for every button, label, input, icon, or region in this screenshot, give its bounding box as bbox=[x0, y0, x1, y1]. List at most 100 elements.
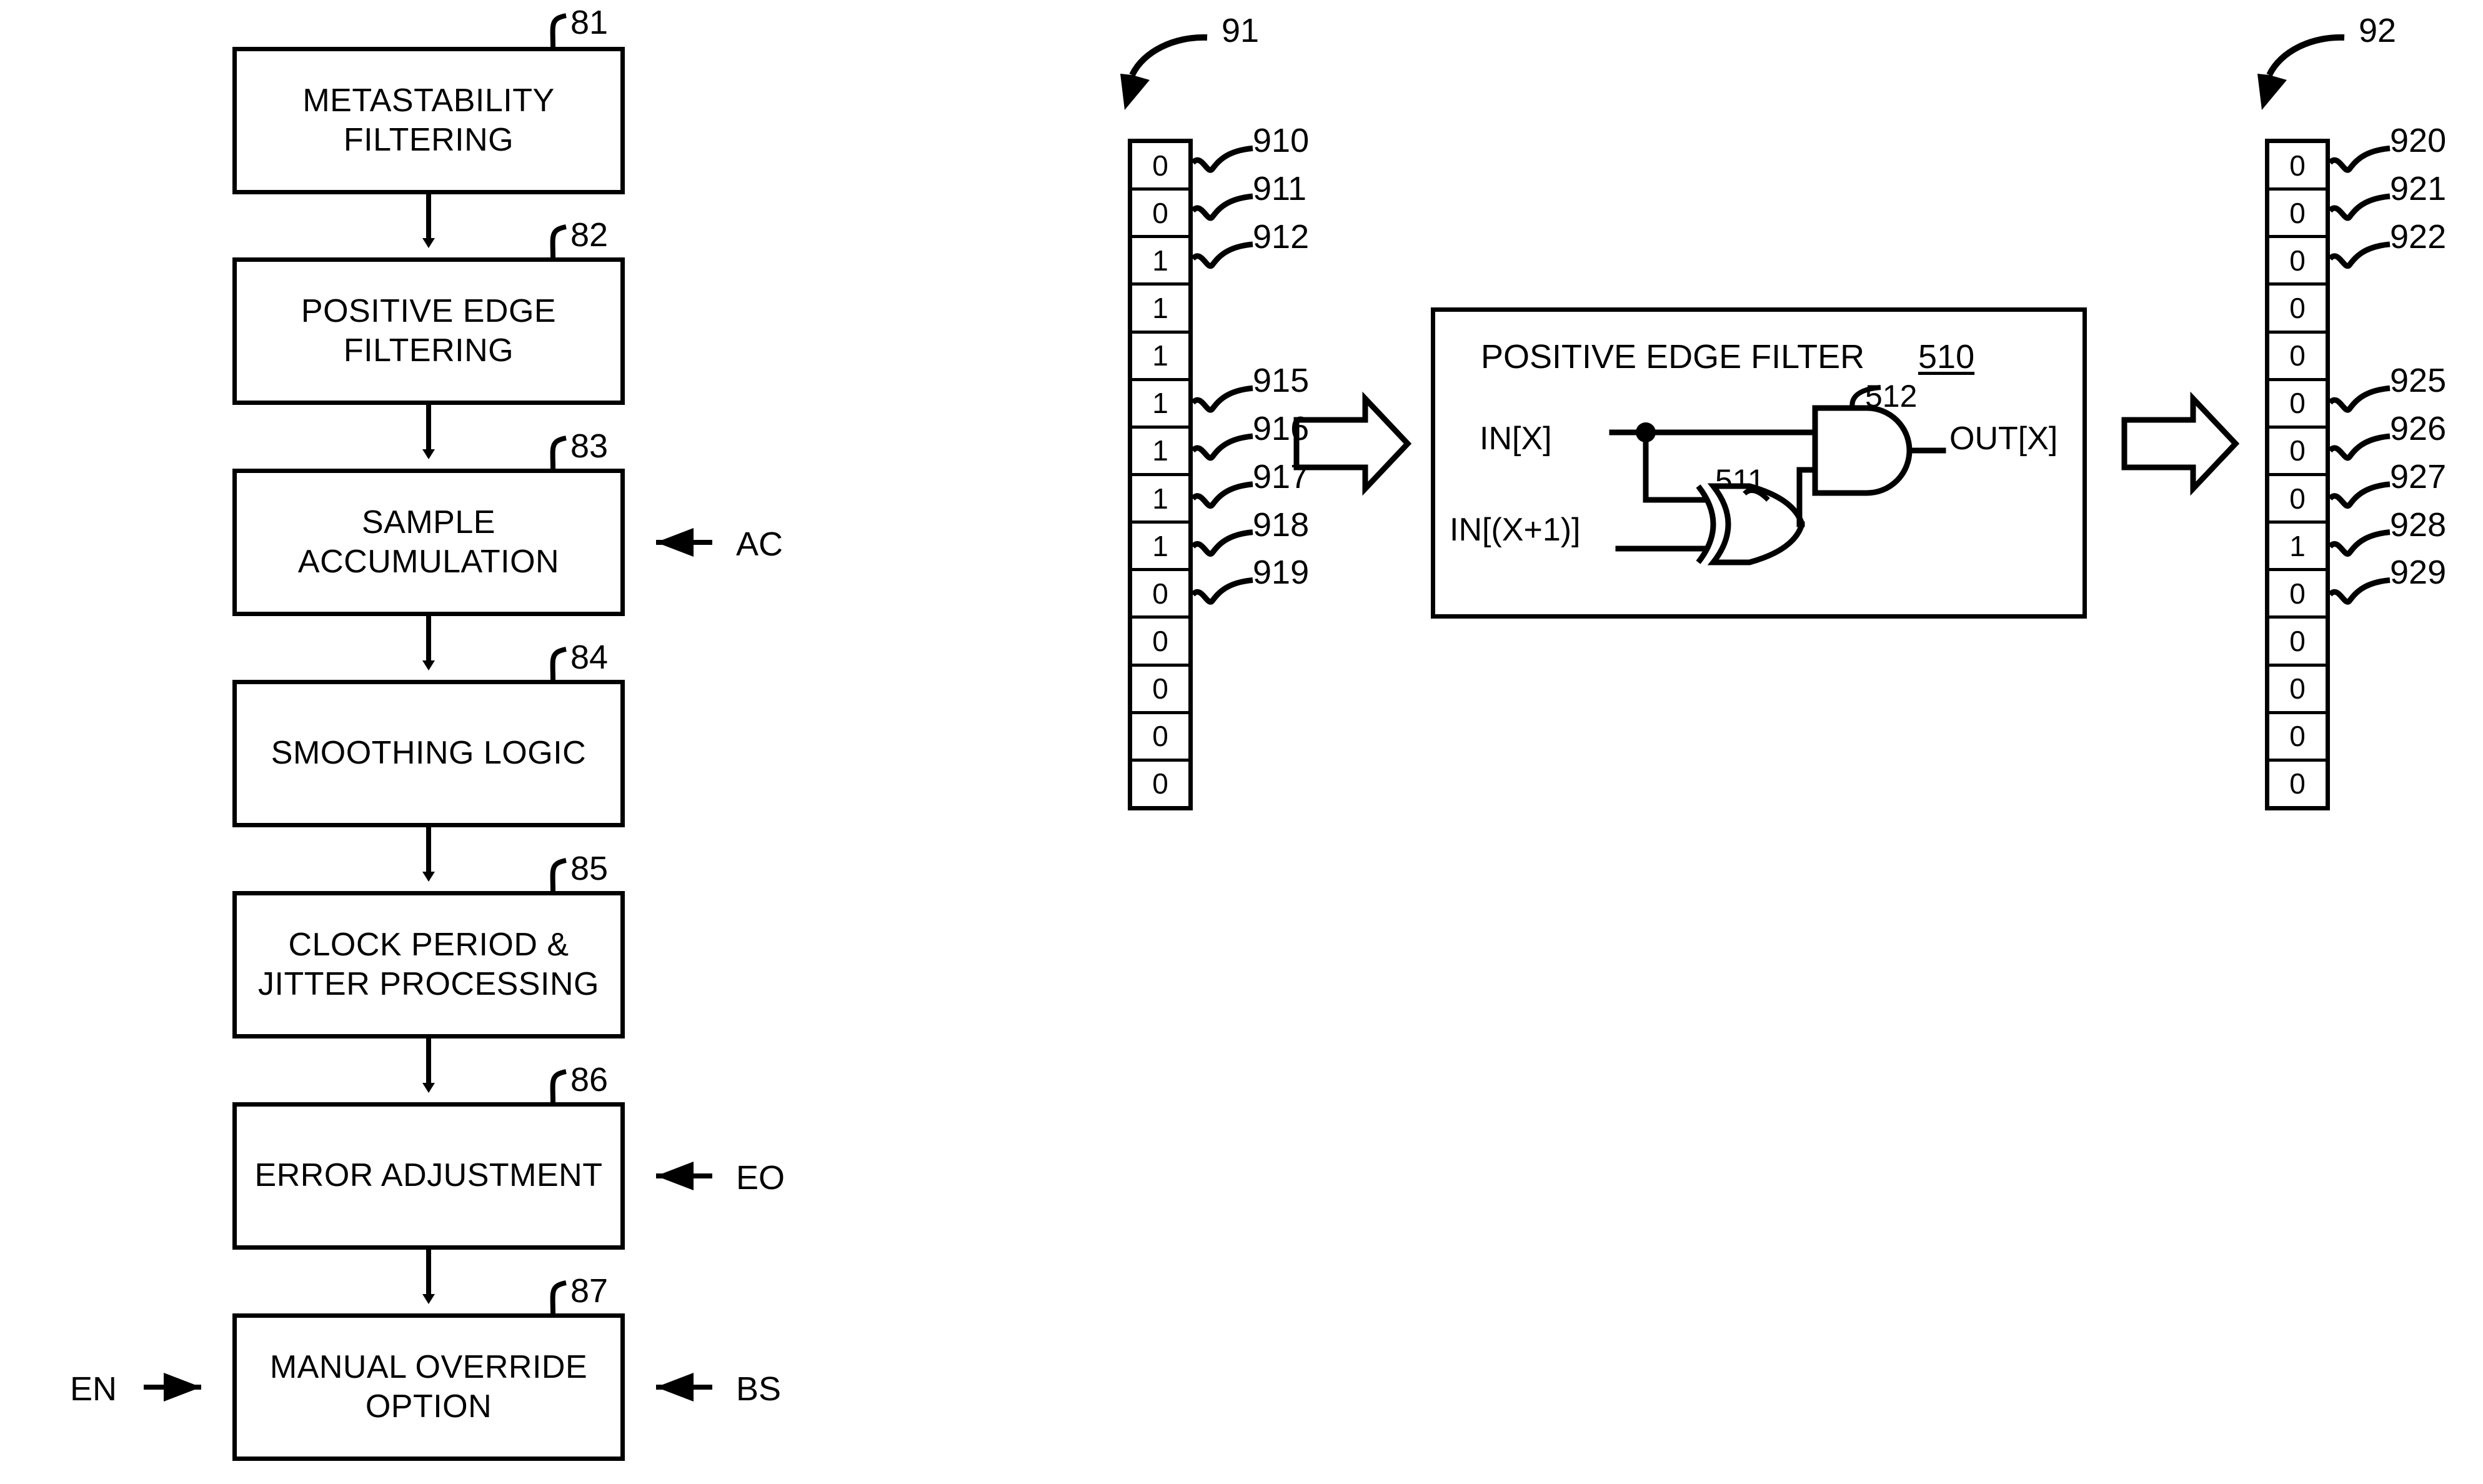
flow-step-line1: METASTABILITY bbox=[302, 82, 555, 119]
input-bit-cell: 1 bbox=[1132, 333, 1188, 381]
ref-numeral-911: 911 bbox=[1253, 170, 1307, 208]
output-bit-cell: 0 bbox=[2269, 381, 2326, 429]
ref-numeral-925: 925 bbox=[2390, 362, 2447, 400]
cell-leader-squiggle bbox=[2327, 193, 2391, 221]
flow-step-text: POSITIVE EDGE FILTERING bbox=[301, 292, 556, 371]
cell-leader-squiggle bbox=[2327, 529, 2391, 557]
flow-step-text: METASTABILITY FILTERING bbox=[302, 81, 554, 161]
input-bit-cell: 0 bbox=[1132, 571, 1188, 619]
output-bit-cell: 0 bbox=[2269, 286, 2326, 334]
cell-leader-squiggle bbox=[1190, 577, 1253, 605]
cell-leader-squiggle bbox=[2327, 481, 2391, 509]
ref-numeral-81: 81 bbox=[570, 4, 609, 41]
input-bit-cell: 1 bbox=[1132, 524, 1188, 572]
input-bit-cell: 0 bbox=[1132, 666, 1188, 714]
output-bit-cell: 0 bbox=[2269, 143, 2326, 191]
cell-leader-squiggle bbox=[2327, 433, 2391, 461]
flow-step-line1: ERROR ADJUSTMENT bbox=[254, 1157, 603, 1194]
filter-output-label: OUT[X] bbox=[1949, 421, 2058, 457]
cell-leader-squiggle bbox=[2327, 145, 2391, 173]
flow-step-line2: FILTERING bbox=[343, 332, 514, 369]
output-bit-cell: 0 bbox=[2269, 428, 2326, 476]
input-bit-cell: 0 bbox=[1132, 714, 1188, 762]
ref-numeral-83: 83 bbox=[570, 427, 609, 465]
input-bit-cell: 0 bbox=[1132, 619, 1188, 667]
flow-step-manual-override-option: MANUAL OVERRIDE OPTION bbox=[232, 1313, 625, 1461]
ref-numeral-926: 926 bbox=[2390, 410, 2447, 448]
ref-numeral-86: 86 bbox=[570, 1061, 609, 1098]
flow-step-line1: POSITIVE EDGE bbox=[301, 292, 557, 329]
cell-leader-squiggle bbox=[1190, 481, 1253, 509]
flow-step-sample-accumulation: SAMPLE ACCUMULATION bbox=[232, 469, 625, 616]
output-bit-cell: 0 bbox=[2269, 333, 2326, 381]
cell-leader-squiggle bbox=[1190, 145, 1253, 173]
filter-block-title: POSITIVE EDGE FILTER bbox=[1481, 338, 1865, 376]
signal-label-en: EN bbox=[70, 1370, 117, 1408]
signal-label-ac: AC bbox=[736, 525, 784, 563]
ref-numeral-512: 512 bbox=[1865, 379, 1918, 414]
ref-numeral-511: 511 bbox=[1715, 463, 1765, 498]
signal-label-bs: BS bbox=[736, 1370, 782, 1408]
ref-numeral-919: 919 bbox=[1253, 554, 1310, 592]
ref-numeral-87: 87 bbox=[570, 1272, 609, 1310]
flow-step-clock-period-jitter-processing: CLOCK PERIOD & JITTER PROCESSING bbox=[232, 891, 625, 1038]
flow-step-text: ERROR ADJUSTMENT bbox=[255, 1156, 603, 1195]
flow-step-line2: ACCUMULATION bbox=[297, 544, 560, 580]
input-bit-array: 00111111100000 bbox=[1128, 139, 1193, 810]
flow-step-line1: CLOCK PERIOD & bbox=[288, 926, 569, 963]
flow-step-line1: MANUAL OVERRIDE bbox=[269, 1348, 588, 1385]
flow-step-smoothing-logic: SMOOTHING LOGIC bbox=[232, 680, 625, 827]
ref-numeral-912: 912 bbox=[1253, 217, 1310, 256]
ref-numeral-918: 918 bbox=[1253, 505, 1310, 544]
flow-step-line1: SMOOTHING LOGIC bbox=[271, 735, 587, 772]
input-bit-cell: 1 bbox=[1132, 428, 1188, 476]
output-bit-cell: 0 bbox=[2269, 476, 2326, 524]
ref-numeral-927: 927 bbox=[2390, 457, 2447, 495]
ref-numeral-92: 92 bbox=[2359, 12, 2397, 49]
ref-numeral-917: 917 bbox=[1253, 457, 1310, 495]
output-bit-cell: 0 bbox=[2269, 238, 2326, 286]
cell-leader-squiggle bbox=[1190, 193, 1253, 221]
filter-input-a-label: IN[X] bbox=[1480, 421, 1552, 457]
ref-numeral-929: 929 bbox=[2390, 554, 2447, 592]
cell-leader-squiggle bbox=[1190, 433, 1253, 461]
cell-leader-squiggle bbox=[2327, 241, 2391, 269]
cell-leader-squiggle bbox=[1190, 529, 1253, 557]
output-bit-cell: 0 bbox=[2269, 761, 2326, 806]
filter-input-b-label: IN[(X+1)] bbox=[1450, 512, 1581, 548]
ref-numeral-920: 920 bbox=[2390, 122, 2447, 160]
leader-91 bbox=[1120, 34, 1208, 110]
input-bit-cell: 0 bbox=[1132, 143, 1188, 191]
cell-leader-squiggle bbox=[2327, 385, 2391, 413]
cell-leader-squiggle bbox=[1190, 385, 1253, 413]
block-arrow-out bbox=[2121, 391, 2240, 496]
ref-numeral-91: 91 bbox=[1222, 12, 1260, 49]
flow-step-text: SMOOTHING LOGIC bbox=[271, 734, 586, 773]
flow-step-text: CLOCK PERIOD & JITTER PROCESSING bbox=[258, 925, 599, 1005]
flow-step-error-adjustment: ERROR ADJUSTMENT bbox=[232, 1102, 625, 1250]
ref-numeral-84: 84 bbox=[570, 639, 609, 676]
input-bit-cell: 1 bbox=[1132, 381, 1188, 429]
ref-numeral-921: 921 bbox=[2390, 170, 2447, 208]
output-bit-array: 00000000100000 bbox=[2265, 139, 2330, 810]
ref-numeral-910: 910 bbox=[1253, 122, 1310, 160]
output-bit-cell: 0 bbox=[2269, 619, 2326, 667]
flow-step-metastability-filtering: METASTABILITY FILTERING bbox=[232, 47, 625, 194]
input-bit-cell: 1 bbox=[1132, 286, 1188, 334]
output-bit-cell: 1 bbox=[2269, 524, 2326, 572]
output-bit-cell: 0 bbox=[2269, 571, 2326, 619]
flow-step-line2: OPTION bbox=[365, 1388, 492, 1425]
input-bit-cell: 0 bbox=[1132, 761, 1188, 806]
flow-step-line1: SAMPLE bbox=[362, 504, 495, 540]
ref-numeral-510: 510 bbox=[1918, 338, 1975, 376]
output-bit-cell: 0 bbox=[2269, 666, 2326, 714]
ref-numeral-85: 85 bbox=[570, 850, 609, 887]
ref-numeral-82: 82 bbox=[570, 216, 609, 254]
ref-numeral-928: 928 bbox=[2390, 505, 2447, 544]
flow-step-text: MANUAL OVERRIDE OPTION bbox=[270, 1348, 587, 1427]
leader-92 bbox=[2257, 34, 2345, 110]
output-bit-cell: 0 bbox=[2269, 191, 2326, 239]
block-arrow-in bbox=[1293, 391, 1412, 496]
ref-numeral-916: 916 bbox=[1253, 410, 1310, 448]
flow-step-text: SAMPLE ACCUMULATION bbox=[298, 503, 559, 582]
